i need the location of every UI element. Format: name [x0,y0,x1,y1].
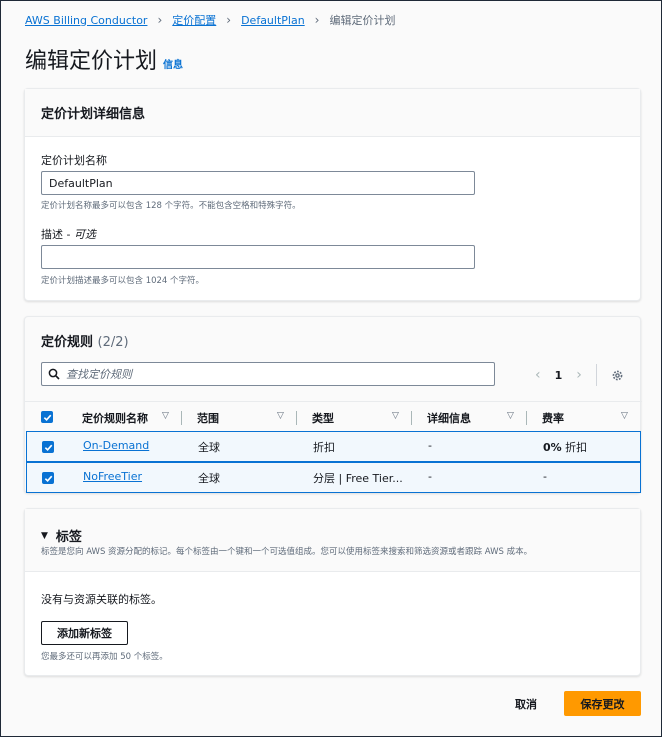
chevron-left-icon[interactable]: ‹ [535,367,541,383]
rule-rate-value: 0% [543,440,562,454]
chevron-right-icon[interactable]: › [576,367,582,383]
no-tags-message: 没有与资源关联的标签。 [41,593,162,606]
optional-label: 可选 [73,228,96,241]
breadcrumb-pricing-config[interactable]: 定价配置 [172,12,216,28]
search-icon [48,368,60,380]
column-header-scope[interactable]: 范围 [197,410,219,426]
current-page[interactable]: 1 [555,369,563,382]
pager-divider [595,364,597,386]
rule-type: 分层 | Free Tier... [313,472,403,485]
chevron-right-icon: › [226,13,232,27]
rule-details: - [428,470,432,483]
description-input[interactable] [41,245,475,269]
plan-name-hint: 定价计划名称最多可以包含 128 个字符。不能包含空格和特殊字符。 [41,201,301,211]
plan-details-panel: 定价计划详细信息 定价计划名称 定价计划名称最多可以包含 128 个字符。不能包… [24,88,641,301]
plan-details-header: 定价计划详细信息 [25,89,640,137]
plan-name-input[interactable] [41,171,475,195]
column-header-type[interactable]: 类型 [312,410,334,426]
pricing-rules-count: (2/2) [97,335,129,350]
rules-search-input[interactable] [66,367,486,381]
rule-name-link[interactable]: On-Demand [83,439,149,452]
tags-title-text: 标签 [55,530,82,545]
gear-icon[interactable] [611,369,624,382]
page-title: 编辑定价计划 信息 [25,43,183,75]
info-link[interactable]: 信息 [163,56,183,71]
rule-scope: 全球 [198,472,220,485]
rule-rate: - [543,470,547,483]
rule-name-link[interactable]: NoFreeTier [83,470,142,483]
table-row[interactable]: On-Demand 全球 折扣 - 0% 折扣 [26,431,641,462]
add-tag-button[interactable]: 添加新标签 [41,621,128,645]
sort-caret-icon[interactable]: ▽ [392,411,399,421]
tags-toggle[interactable]: ▼ 标签 [41,526,82,545]
column-header-rate[interactable]: 费率 [542,410,564,426]
tags-limit-hint: 您最多还可以再添加 50 个标签。 [41,652,168,662]
pricing-rules-title: 定价规则 (2/2) [41,331,129,350]
pricing-rules-title-text: 定价规则 [41,335,94,350]
rules-table-header: 定价规则名称 ▽ 范围 ▽ 类型 ▽ 详细信息 ▽ 费率 ▽ [25,401,642,431]
description-hint: 定价计划描述最多可以包含 1024 个字符。 [41,276,205,286]
breadcrumb-billing-conductor[interactable]: AWS Billing Conductor [25,14,147,27]
column-divider[interactable] [181,411,182,425]
tags-description: 标签是您向 AWS 资源分配的标记。每个标签由一个键和一个可选值组成。您可以使用… [41,547,533,557]
sort-caret-icon[interactable]: ▽ [507,411,514,421]
tags-panel: ▼ 标签 标签是您向 AWS 资源分配的标记。每个标签由一个键和一个可选值组成。… [24,508,641,676]
breadcrumb-default-plan[interactable]: DefaultPlan [241,14,305,27]
caret-down-icon: ▼ [41,530,48,541]
pricing-rules-panel: 定价规则 (2/2) ‹ 1 › 定价规则名称 ▽ 范围 [24,316,642,493]
select-all-checkbox[interactable] [41,411,53,423]
column-header-name[interactable]: 定价规则名称 [82,410,148,426]
page-title-text: 编辑定价计划 [25,49,158,74]
chevron-right-icon: › [314,13,320,27]
sort-caret-icon[interactable]: ▽ [277,411,284,421]
rule-type: 折扣 [313,441,335,454]
rule-rate: 0% 折扣 [543,439,587,455]
chevron-right-icon: › [157,13,163,27]
description-label: 描述 - 可选 [41,226,96,242]
rules-search-box[interactable] [41,362,495,386]
row-checkbox[interactable] [42,472,54,484]
table-row[interactable]: NoFreeTier 全球 分层 | Free Tier... - - [26,462,641,493]
tags-header: ▼ 标签 标签是您向 AWS 资源分配的标记。每个标签由一个键和一个可选值组成。… [25,509,640,572]
save-changes-button[interactable]: 保存更改 [564,691,641,716]
rule-details: - [428,439,432,452]
page-frame: AWS Billing Conductor › 定价配置 › DefaultPl… [0,0,662,737]
breadcrumb: AWS Billing Conductor › 定价配置 › DefaultPl… [25,12,395,28]
plan-name-label: 定价计划名称 [41,154,107,167]
row-checkbox[interactable] [42,441,54,453]
pagination: ‹ 1 › [535,364,624,386]
column-divider[interactable] [296,411,297,425]
rule-rate-value: - [543,470,547,483]
description-label-text: 描述 - [41,228,74,241]
cancel-button[interactable]: 取消 [515,692,537,716]
rule-rate-unit: 折扣 [561,441,588,454]
breadcrumb-current: 编辑定价计划 [329,14,396,27]
sort-caret-icon[interactable]: ▽ [621,411,628,421]
column-divider[interactable] [411,411,412,425]
sort-caret-icon[interactable]: ▽ [162,411,169,421]
column-header-details[interactable]: 详细信息 [427,410,471,426]
column-divider[interactable] [526,411,527,425]
rule-scope: 全球 [198,441,220,454]
